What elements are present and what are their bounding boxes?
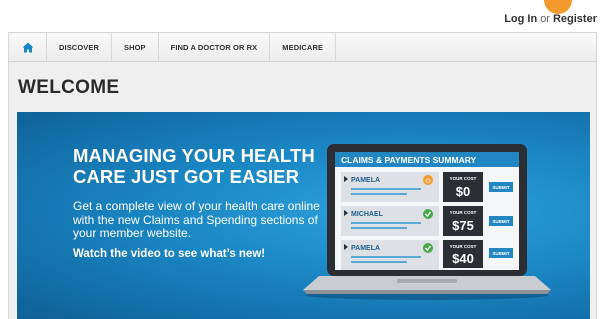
hero-title-line-2: CARE JUST GOT EASIER xyxy=(73,166,300,187)
login-bar: Log In or Register xyxy=(504,13,597,25)
hero-title: MANAGING YOUR HEALTH CARE JUST GOT EASIE… xyxy=(73,145,333,187)
login-link[interactable]: Log In xyxy=(504,13,537,25)
main-nav: DISCOVER SHOP FIND A DOCTOR OR RX MEDICA… xyxy=(9,33,596,62)
your-cost-label: YOUR COST xyxy=(450,176,477,181)
svg-text:⊙: ⊙ xyxy=(425,178,431,185)
nav-item-discover[interactable]: DISCOVER xyxy=(47,33,112,62)
register-link[interactable]: Register xyxy=(553,13,597,25)
submit-button-label: SUBMIT xyxy=(492,219,509,224)
notification-dot xyxy=(544,0,572,14)
claim-name: PAMELA xyxy=(351,245,380,252)
claim-name: PAMELA xyxy=(351,177,380,184)
claim-cost: $0 xyxy=(456,184,470,199)
your-cost-label: YOUR COST xyxy=(450,210,477,215)
nav-item-shop[interactable]: SHOP xyxy=(112,33,159,62)
submit-button-label: SUBMIT xyxy=(492,185,509,190)
nav-item-home[interactable] xyxy=(9,33,47,62)
hero-description: Get a complete view of your health care … xyxy=(73,199,320,240)
or-label: or xyxy=(540,13,550,25)
nav-item-medicare[interactable]: MEDICARE xyxy=(270,33,337,62)
hero-title-line-1: MANAGING YOUR HEALTH xyxy=(73,145,315,166)
nav-item-find-doctor[interactable]: FIND A DOCTOR OR RX xyxy=(159,33,271,62)
your-cost-label: YOUR COST xyxy=(450,244,477,249)
page: Log In or Register DISCOVER SHOP FIND A DO… xyxy=(0,0,605,319)
page-title: WELCOME xyxy=(18,77,120,98)
home-icon xyxy=(22,42,33,53)
claim-name: MICHAEL xyxy=(351,211,384,218)
approved-status-icon xyxy=(423,209,433,219)
watch-video-link[interactable]: Watch the video to see what’s new! xyxy=(73,248,265,260)
approved-status-icon xyxy=(423,243,433,253)
hero-banner[interactable]: MANAGING YOUR HEALTH CARE JUST GOT EASIE… xyxy=(17,112,590,319)
claim-cost: $40 xyxy=(452,251,474,266)
claim-cost: $75 xyxy=(452,218,474,233)
laptop-illustration: CLAIMS & PAYMENTS SUMMARY PAMELA ⊙ YOUR … xyxy=(303,144,551,300)
main-panel: DISCOVER SHOP FIND A DOCTOR OR RX MEDICA… xyxy=(8,32,597,319)
screen-header-text: CLAIMS & PAYMENTS SUMMARY xyxy=(341,155,477,165)
submit-button-label: SUBMIT xyxy=(492,251,509,256)
